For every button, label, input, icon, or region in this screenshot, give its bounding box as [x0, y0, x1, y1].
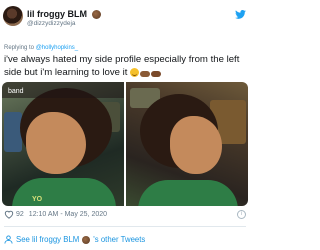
media-overlay-text: band: [8, 88, 24, 95]
twitter-bird-icon[interactable]: [235, 10, 246, 19]
pointing-hand-emoji: [151, 71, 162, 77]
reply-to-link[interactable]: @hollyhopkins_: [36, 45, 78, 51]
see-other-prefix[interactable]: See lil froggy BLM: [16, 235, 79, 244]
shirt: [138, 180, 238, 206]
avatar[interactable]: [3, 6, 23, 26]
reply-prefix: Replying to: [4, 45, 36, 51]
see-other-suffix[interactable]: 's other Tweets: [93, 235, 145, 244]
smiling-face-emoji: [130, 68, 140, 77]
face-profile: [170, 116, 222, 174]
embedded-tweet: lil froggy BLM @dizzydizzydeja Replying …: [0, 0, 250, 250]
reply-context: Replying to @hollyhopkins_: [4, 45, 78, 51]
media-grid[interactable]: YO band: [2, 82, 248, 206]
display-name[interactable]: lil froggy BLM: [27, 9, 87, 19]
tweet-text: i've always hated my side profile especi…: [4, 53, 247, 79]
author-name-row[interactable]: lil froggy BLM: [27, 8, 101, 20]
see-other-tweets-link[interactable]: See lil froggy BLM 's other Tweets: [4, 235, 145, 244]
heart-icon[interactable]: [4, 210, 14, 219]
timestamp[interactable]: 12:10 AM - May 25, 2020: [29, 211, 107, 218]
shirt-text: YO: [32, 196, 43, 203]
info-icon[interactable]: i: [237, 210, 246, 219]
raised-fist-emoji: [92, 9, 101, 19]
face-profile: [26, 112, 86, 174]
photo-left[interactable]: YO band: [2, 82, 124, 206]
tweet-meta: 92 12:10 AM - May 25, 2020: [4, 210, 107, 219]
person-icon: [4, 235, 13, 244]
raised-fist-emoji: [82, 235, 91, 244]
pointing-hand-emoji: [140, 71, 151, 77]
shirt: [12, 178, 116, 206]
tweet-body: i've always hated my side profile especi…: [4, 54, 240, 78]
photo-right[interactable]: [126, 82, 248, 206]
media-overlay: band: [2, 82, 124, 98]
user-handle[interactable]: @dizzydizzydeja: [27, 20, 76, 27]
like-count[interactable]: 92: [16, 211, 24, 218]
divider: [4, 226, 246, 227]
